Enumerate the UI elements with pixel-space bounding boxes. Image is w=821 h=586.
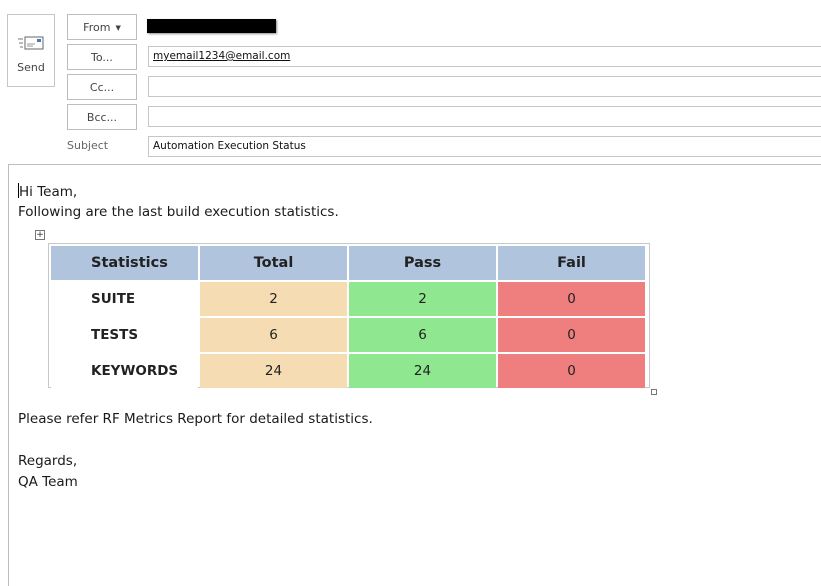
table-row: KEYWORDS 24 24 0 xyxy=(51,354,645,388)
to-button[interactable]: To... xyxy=(67,44,137,70)
cell-fail: 0 xyxy=(498,354,645,388)
body-intro: Following are the last build execution s… xyxy=(18,204,339,220)
cell-fail: 0 xyxy=(498,318,645,352)
statistics-table: Statistics Total Pass Fail SUITE 2 2 0 T… xyxy=(49,244,647,390)
to-label: To... xyxy=(91,50,113,64)
header-fail: Fail xyxy=(498,246,645,280)
cell-fail: 0 xyxy=(498,282,645,316)
cell-total: 24 xyxy=(200,354,347,388)
header-pass: Pass xyxy=(349,246,496,280)
cc-label: Cc... xyxy=(89,80,115,94)
cell-pass: 6 xyxy=(349,318,496,352)
header-statistics: Statistics xyxy=(51,246,198,280)
table-header-row: Statistics Total Pass Fail xyxy=(51,246,645,280)
row-label: SUITE xyxy=(51,282,198,316)
from-label: From xyxy=(83,20,111,34)
table-resize-handle[interactable] xyxy=(651,389,657,395)
table-row: TESTS 6 6 0 xyxy=(51,318,645,352)
row-label: TESTS xyxy=(51,318,198,352)
body-greeting-line[interactable]: Hi Team, xyxy=(18,183,77,200)
body-refer: Please refer RF Metrics Report for detai… xyxy=(18,411,373,427)
bcc-field[interactable] xyxy=(148,106,821,127)
cell-total: 6 xyxy=(200,318,347,352)
cell-pass: 24 xyxy=(349,354,496,388)
bcc-label: Bcc... xyxy=(86,110,118,124)
table-move-icon[interactable]: + xyxy=(35,230,45,240)
subject-field[interactable]: Automation Execution Status xyxy=(148,136,821,157)
send-button[interactable]: Send xyxy=(7,14,55,87)
subject-value: Automation Execution Status xyxy=(153,140,306,152)
bcc-button[interactable]: Bcc... xyxy=(67,104,137,130)
cc-button[interactable]: Cc... xyxy=(67,74,137,100)
to-recipient[interactable]: myemail1234@email.com xyxy=(153,50,290,62)
cc-field[interactable] xyxy=(148,76,821,97)
table-row: SUITE 2 2 0 xyxy=(51,282,645,316)
body-regards: Regards, xyxy=(18,453,78,469)
cell-pass: 2 xyxy=(349,282,496,316)
header-total: Total xyxy=(200,246,347,280)
body-signature: QA Team xyxy=(18,474,78,490)
to-field[interactable]: myemail1234@email.com xyxy=(148,46,821,67)
header-divider xyxy=(8,164,821,165)
cell-total: 2 xyxy=(200,282,347,316)
body-left-border xyxy=(8,164,9,586)
from-address-redacted xyxy=(147,19,276,33)
row-label: KEYWORDS xyxy=(51,354,198,388)
subject-label: Subject xyxy=(67,139,109,152)
body-greeting: Hi Team, xyxy=(19,184,78,200)
send-label: Send xyxy=(17,61,45,74)
chevron-down-icon: ▼ xyxy=(115,23,121,32)
send-mail-icon xyxy=(18,36,44,50)
from-button[interactable]: From ▼ xyxy=(67,14,137,40)
